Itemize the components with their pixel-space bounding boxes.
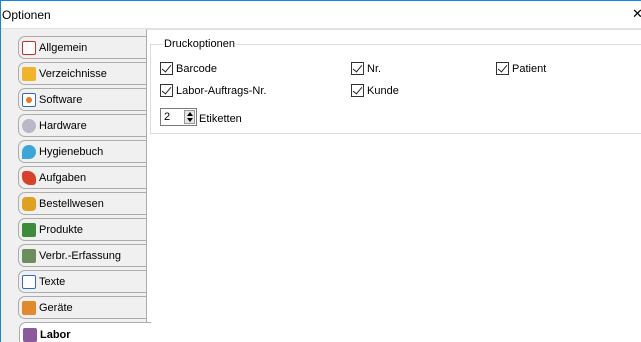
arrow-down-icon[interactable] xyxy=(187,118,193,122)
tab-verzeichnisse[interactable]: Verzeichnisse xyxy=(18,62,146,85)
tab-label: Geräte xyxy=(39,301,73,314)
checkbox-label: Nr. xyxy=(367,62,382,75)
labor-panel: Druckoptionen Barcode Nr. Patient Labor-… xyxy=(146,29,641,342)
tab-geraete[interactable]: Geräte xyxy=(18,296,146,319)
tab-label: Software xyxy=(39,93,83,106)
check-icon xyxy=(351,84,364,97)
tab-label: Aufgaben xyxy=(39,171,87,184)
check-icon xyxy=(351,62,364,75)
arrow-up-icon[interactable] xyxy=(187,112,193,116)
check-icon xyxy=(160,62,173,75)
nr-checkbox[interactable]: Nr. xyxy=(351,62,381,75)
scale-icon xyxy=(22,248,36,263)
labor-auftrags-nr-checkbox[interactable]: Labor-Auftrags-Nr. xyxy=(160,84,266,97)
checkbox-label: Labor-Auftrags-Nr. xyxy=(176,84,267,97)
tab-labor[interactable]: Labor xyxy=(19,322,151,342)
pin-icon xyxy=(22,144,36,159)
tab-texte[interactable]: Texte xyxy=(18,270,146,293)
tab-hardware[interactable]: Hardware xyxy=(18,114,146,137)
close-icon[interactable]: ✕ xyxy=(632,6,641,22)
software-icon xyxy=(22,92,36,107)
checkbox-label: Patient xyxy=(512,62,547,75)
tab-produkte[interactable]: Produkte xyxy=(18,218,146,241)
checkbox-label: Barcode xyxy=(176,62,217,75)
tab-software[interactable]: Software xyxy=(18,88,146,111)
barcode-checkbox[interactable]: Barcode xyxy=(160,62,217,75)
kunde-checkbox[interactable]: Kunde xyxy=(351,84,399,97)
window-title: Optionen xyxy=(2,8,51,22)
tab-hygienebuch[interactable]: Hygienebuch xyxy=(18,140,146,163)
tab-label: Hygienebuch xyxy=(39,145,104,158)
product-icon xyxy=(22,222,36,237)
tab-bestellwesen[interactable]: Bestellwesen xyxy=(18,192,146,215)
group-label: Druckoptionen xyxy=(163,38,236,50)
options-window: Optionen ✕ Allgemein Verzeichnisse Softw… xyxy=(0,0,641,342)
checkbox-label: Kunde xyxy=(367,84,399,97)
lab-icon xyxy=(23,328,37,342)
check-icon xyxy=(496,62,509,75)
tab-allgemein[interactable]: Allgemein xyxy=(18,36,146,59)
stepper-buttons[interactable] xyxy=(184,110,195,124)
tab-label: Verbr.-Erfassung xyxy=(39,249,121,262)
tab-aufgaben[interactable]: Aufgaben xyxy=(18,166,146,189)
check-icon xyxy=(160,84,173,97)
etiketten-spinner: 2 Etiketten xyxy=(160,108,242,126)
patient-checkbox[interactable]: Patient xyxy=(496,62,546,75)
text-icon xyxy=(22,274,36,289)
checklist-icon xyxy=(22,40,36,55)
tab-label: Texte xyxy=(39,275,66,288)
tab-label: Allgemein xyxy=(39,41,88,54)
etiketten-label: Etiketten xyxy=(199,113,242,125)
etiketten-value[interactable]: 2 xyxy=(164,111,170,123)
tab-label: Hardware xyxy=(39,119,87,132)
tab-label: Verzeichnisse xyxy=(39,67,107,80)
tab-label: Labor xyxy=(40,329,71,341)
tab-list: Allgemein Verzeichnisse Software Hardwar… xyxy=(1,29,151,342)
order-icon xyxy=(22,196,36,211)
tab-verbr-erfassung[interactable]: Verbr.-Erfassung xyxy=(18,244,146,267)
window-body: Allgemein Verzeichnisse Software Hardwar… xyxy=(1,28,641,342)
title-bar: Optionen ✕ xyxy=(1,1,641,28)
tab-label: Bestellwesen xyxy=(39,197,104,210)
tab-label: Produkte xyxy=(39,223,84,236)
etiketten-stepper[interactable]: 2 xyxy=(160,108,197,126)
folder-icon xyxy=(22,66,36,81)
gear-icon xyxy=(22,118,36,133)
device-icon xyxy=(22,300,36,315)
tasks-icon xyxy=(22,170,36,185)
